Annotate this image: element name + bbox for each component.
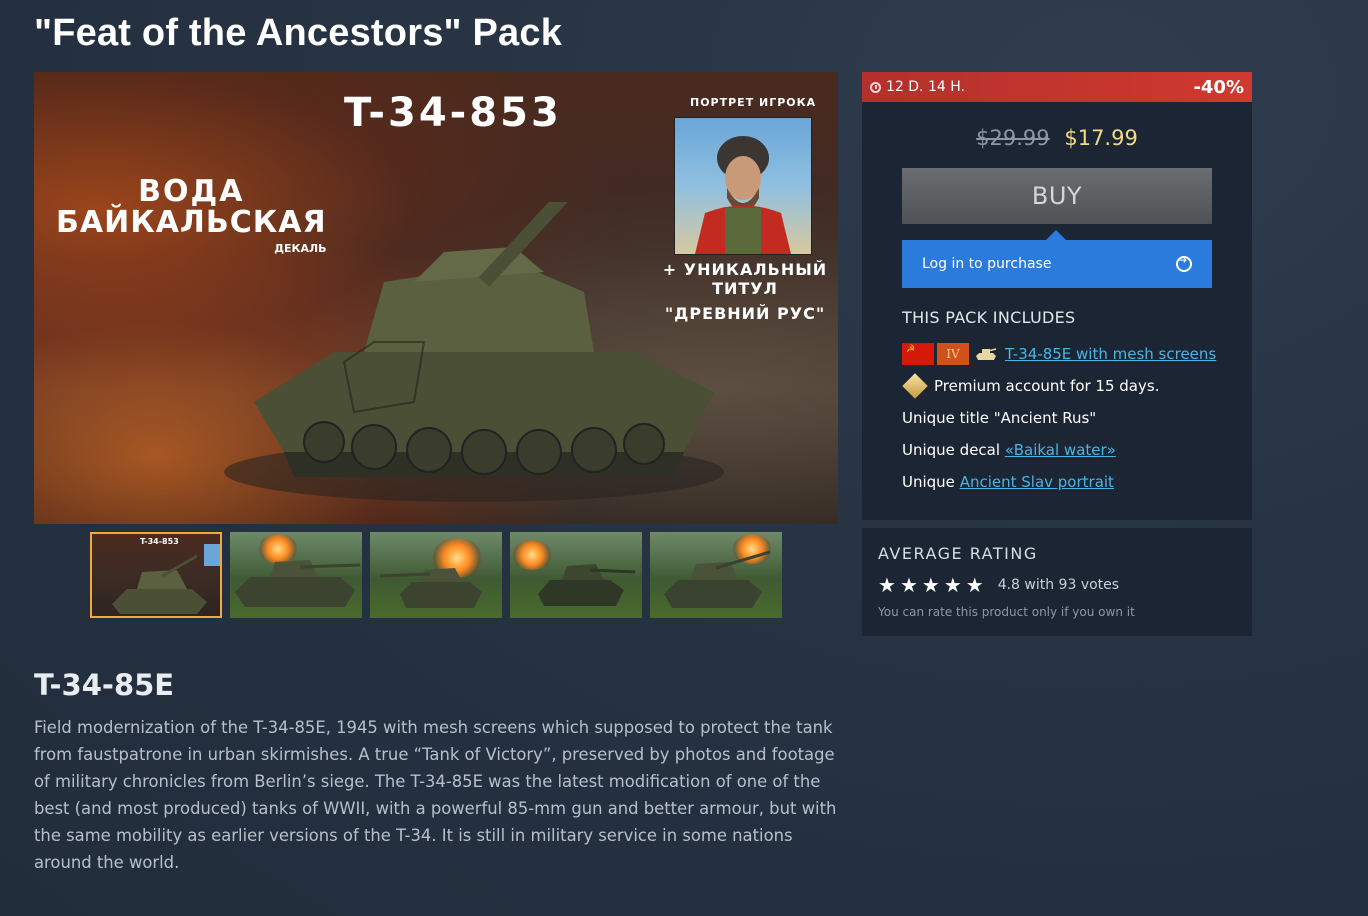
rating-note: You can rate this product only if you ow…	[878, 605, 1135, 619]
thumbnail-2[interactable]	[230, 532, 362, 618]
star-icon: ★	[921, 573, 940, 597]
list-item: Unique Ancient Slav portrait	[902, 466, 1216, 498]
includes-list: IV T-34-85E with mesh screens Premium ac…	[902, 338, 1216, 498]
description-title: T-34-85E	[34, 668, 175, 702]
description-text: Field modernization of the T-34-85E, 194…	[34, 718, 837, 872]
includes-title: THIS PACK INCLUDES	[902, 308, 1076, 327]
thumbnail-1[interactable]: T-34-853	[90, 532, 222, 618]
decal-line2: БАЙКАЛЬСКАЯ	[56, 205, 327, 240]
sale-timer-bar: 12 D. 14 H. -40%	[862, 72, 1252, 102]
sale-timer: 12 D. 14 H.	[886, 79, 965, 95]
list-item: Unique decal «Baikal water»	[902, 434, 1216, 466]
login-label: Log in to purchase	[922, 256, 1052, 272]
page-title: "Feat of the Ancestors" Pack	[34, 12, 563, 54]
list-item: Premium account for 15 days.	[902, 370, 1216, 402]
discount-badge: -40%	[1193, 76, 1244, 98]
star-icon: ★	[965, 573, 984, 597]
hero-vehicle-label: T-34-853	[344, 90, 562, 136]
portrait-link[interactable]: Ancient Slav portrait	[960, 473, 1114, 491]
old-price: $29.99	[976, 126, 1050, 150]
premium-icon	[902, 373, 928, 399]
item-text: Unique title "Ancient Rus"	[902, 409, 1097, 427]
login-icon	[1176, 253, 1192, 272]
vehicle-link[interactable]: T-34-85E with mesh screens	[1005, 345, 1216, 363]
tank-icon	[976, 348, 997, 360]
hero-image[interactable]: T-34-853 ВОДА БАЙКАЛЬСКАЯ ДЕКАЛЬ ПОРТРЕТ…	[34, 72, 838, 524]
title-line1: + УНИКАЛЬНЫЙ ТИТУЛ	[662, 260, 828, 298]
ussr-flag-icon	[902, 343, 934, 365]
portrait-image	[674, 117, 812, 255]
thumbnail-5[interactable]	[650, 532, 782, 618]
thumbnail-4[interactable]	[510, 532, 642, 618]
rating-title: AVERAGE RATING	[878, 544, 1038, 563]
buy-button[interactable]: BUY	[902, 168, 1212, 224]
decal-link[interactable]: «Baikal water»	[1005, 441, 1116, 459]
thumbnail-3[interactable]	[370, 532, 502, 618]
hero-decal-text: ВОДА БАЙКАЛЬСКАЯ ДЕКАЛЬ	[56, 174, 327, 255]
decal-line3: ДЕКАЛЬ	[274, 242, 327, 255]
decal-line1: ВОДА	[138, 174, 245, 209]
purchase-panel: 12 D. 14 H. -40% $29.99 $17.99 BUY Log i…	[862, 72, 1252, 520]
rating-stars-row: ★ ★ ★ ★ ★ 4.8 with 93 votes	[878, 573, 1236, 597]
item-text: Unique decal	[902, 441, 1005, 459]
new-price: $17.99	[1064, 126, 1138, 150]
list-item: Unique title "Ancient Rus"	[902, 402, 1216, 434]
clock-icon	[870, 81, 881, 93]
title-line2: "ДРЕВНИЙ РУС"	[664, 304, 826, 323]
star-icon: ★	[899, 573, 918, 597]
star-icon: ★	[943, 573, 962, 597]
rating-score: 4.8 with 93 votes	[997, 577, 1120, 593]
thumbnail-strip: T-34-853	[90, 532, 782, 618]
star-icon: ★	[878, 573, 896, 597]
login-to-purchase-button[interactable]: Log in to purchase	[902, 230, 1212, 288]
item-text: Unique	[902, 473, 960, 491]
price-block: $29.99 $17.99	[862, 126, 1252, 150]
portrait-label: ПОРТРЕТ ИГРОКА	[690, 96, 817, 109]
hero-title-text: + УНИКАЛЬНЫЙ ТИТУЛ "ДРЕВНИЙ РУС"	[650, 260, 838, 323]
list-item: IV T-34-85E with mesh screens	[902, 338, 1216, 370]
rank-badge: IV	[937, 343, 969, 365]
rating-panel: AVERAGE RATING ★ ★ ★ ★ ★ 4.8 with 93 vot…	[862, 528, 1252, 636]
item-text: Premium account for 15 days.	[934, 377, 1160, 395]
